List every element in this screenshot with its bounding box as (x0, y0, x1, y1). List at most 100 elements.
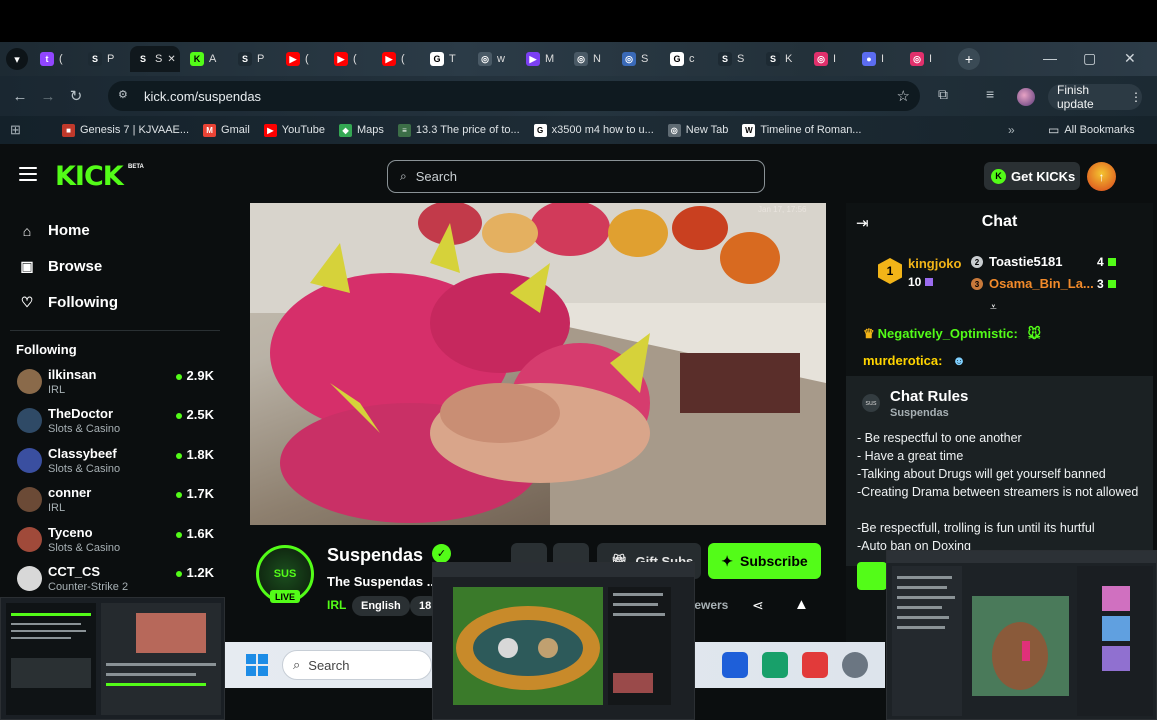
viewer-count: 1.8K (186, 447, 214, 462)
browser-tab[interactable]: KA (184, 46, 228, 72)
settings-gear-icon[interactable] (842, 652, 868, 678)
minimize-icon[interactable]: — (1043, 50, 1057, 66)
taskbar-search-placeholder: Search (308, 657, 350, 673)
browser-tab[interactable]: GT (424, 46, 468, 72)
expand-pinned-icon[interactable]: ⩡ (990, 300, 997, 315)
window-preview-right[interactable] (886, 550, 1157, 720)
windows-start-icon[interactable] (246, 654, 268, 676)
tab-search-button[interactable]: ▾ (6, 48, 28, 70)
maximize-icon[interactable]: ▢ (1083, 50, 1096, 67)
tab-title: A (209, 53, 217, 65)
bookmark-item[interactable]: ≡ 13.3 The price of to... (397, 123, 520, 137)
language-tag[interactable]: English (352, 596, 410, 616)
s-logo-icon: S (718, 52, 732, 66)
close-tab-icon[interactable]: ✕ (167, 54, 175, 65)
browser-tab[interactable]: ◎ w (472, 46, 516, 72)
browser-tab[interactable]: SP (232, 46, 276, 72)
browser-tab[interactable]: SS (712, 46, 756, 72)
browser-tab[interactable]: ● I (856, 46, 900, 72)
channel-name: TheDoctor (48, 406, 113, 421)
channel-name: CCT_CS (48, 564, 101, 579)
streamer-name[interactable]: Suspendas (327, 545, 423, 566)
site-info-icon[interactable]: ⚙ (118, 88, 134, 104)
following-channel[interactable]: CCT_CS Counter-Strike 2 1.2K (17, 564, 222, 600)
following-channel[interactable]: Tyceno Slots & Casino 1.6K (17, 525, 222, 561)
extensions-icon[interactable]: ⧉ (938, 86, 948, 103)
close-window-icon[interactable]: ✕ (1124, 50, 1136, 67)
hamburger-menu-icon[interactable] (19, 167, 37, 185)
channel-category: Slots & Casino (48, 423, 121, 435)
video-player[interactable] (250, 203, 826, 525)
get-kicks-button[interactable]: K Get KICKs (984, 162, 1080, 190)
new-tab-button[interactable]: + (958, 48, 980, 70)
all-bookmarks-button[interactable]: ▭ All Bookmarks (1048, 123, 1135, 137)
kick-logo[interactable]: KICK (55, 161, 124, 192)
browser-tab[interactable]: ◎ N (568, 46, 612, 72)
browser-tab[interactable]: ▶( (328, 46, 372, 72)
telegram-app-icon[interactable] (802, 652, 828, 678)
back-icon[interactable]: ← (6, 88, 34, 105)
wikipedia-icon: W (742, 123, 756, 137)
bookmark-item[interactable]: Gx3500 m4 how to u... (533, 123, 654, 137)
following-channel[interactable]: Classybeef Slots & Casino 1.8K (17, 446, 222, 482)
report-icon[interactable]: ▲ (794, 596, 809, 613)
browser-tab[interactable]: ◎ I (904, 46, 948, 72)
sidebar-item-following[interactable]: ♡ Following (18, 294, 118, 311)
streamer-avatar-text: SUS (273, 568, 297, 580)
sidebar-item-home[interactable]: ⌂ Home (18, 222, 90, 239)
bookmark-item[interactable]: ▶ YouTube (263, 123, 325, 137)
browser-tab[interactable]: S S ✕ (130, 46, 180, 72)
gifter-3-name[interactable]: Osama_Bin_La... (989, 276, 1094, 291)
youtube-icon: ▶ (263, 123, 277, 137)
browser-tab[interactable]: SK (760, 46, 804, 72)
share-icon[interactable]: ⋖ (752, 597, 764, 614)
browser-tab[interactable]: t( (34, 46, 78, 72)
gifter-2-name[interactable]: Toastie5181 (989, 254, 1062, 269)
kick-search-input[interactable]: ⌕ Search (387, 160, 765, 193)
browser-tab[interactable]: ▶( (376, 46, 420, 72)
bookmark-star-icon[interactable]: ☆ (897, 87, 910, 105)
gifter-1-name[interactable]: kingjoko (908, 256, 961, 271)
gifter-2-count: 4 (1097, 255, 1116, 269)
subscribe-button[interactable]: ✦ Subscribe (708, 543, 821, 579)
browser-tab[interactable]: SP (82, 46, 126, 72)
bookmark-item[interactable]: ◆ Maps (339, 123, 384, 137)
kick-icon: K (190, 52, 204, 66)
discord-app-icon[interactable] (762, 652, 788, 678)
browser-tab[interactable]: ◎ S (616, 46, 660, 72)
address-bar[interactable]: ⚙ kick.com/suspendas ☆ (108, 81, 920, 111)
profile-avatar[interactable] (1017, 88, 1035, 106)
bookmark-item[interactable]: W Timeline of Roman... (742, 123, 861, 137)
browser-tab[interactable]: Gc (664, 46, 708, 72)
channel-avatar (17, 527, 42, 552)
store-app-icon[interactable] (722, 652, 748, 678)
youtube-icon: ▶ (286, 52, 300, 66)
kebab-menu-icon[interactable]: ⋮ (1130, 90, 1142, 104)
browser-tab[interactable]: ◎ I (808, 46, 852, 72)
window-preview-middle[interactable] (432, 562, 695, 720)
stream-category-link[interactable]: IRL (327, 598, 346, 612)
forward-icon[interactable]: → (34, 88, 62, 105)
bookmark-item[interactable]: M Gmail (203, 123, 250, 137)
browser-tab[interactable]: ▶( (280, 46, 324, 72)
bookmark-item[interactable]: ■ Genesis 7 | KJVAAE... (62, 123, 189, 137)
media-controls-icon[interactable]: ≡ (986, 86, 994, 102)
live-dot-icon (175, 373, 182, 380)
more-bookmarks-icon[interactable]: » (1008, 123, 1015, 137)
taskbar-search-input[interactable]: ⌕ Search (282, 650, 432, 680)
window-preview-left[interactable] (0, 597, 225, 720)
finish-update-button[interactable]: Finish update ⋮ (1048, 83, 1142, 111)
user-avatar[interactable]: ↑ (1087, 162, 1116, 191)
following-section-title: Following (16, 342, 77, 357)
chat-username[interactable]: murderotica: (863, 353, 942, 368)
reload-icon[interactable]: ↻ (62, 87, 90, 105)
apps-grid-icon[interactable]: ⊞ (10, 122, 28, 138)
chat-username[interactable]: Negatively_Optimistic: (878, 326, 1018, 341)
following-channel[interactable]: ilkinsan IRL 2.9K (17, 367, 222, 403)
following-channel[interactable]: conner IRL 1.7K (17, 485, 222, 521)
chat-accept-button[interactable] (857, 562, 887, 590)
following-channel[interactable]: TheDoctor Slots & Casino 2.5K (17, 406, 222, 442)
sidebar-item-browse[interactable]: ▣ Browse (18, 258, 102, 275)
bookmark-item[interactable]: ◎ New Tab (667, 123, 728, 137)
browser-tab[interactable]: ▶ M (520, 46, 564, 72)
